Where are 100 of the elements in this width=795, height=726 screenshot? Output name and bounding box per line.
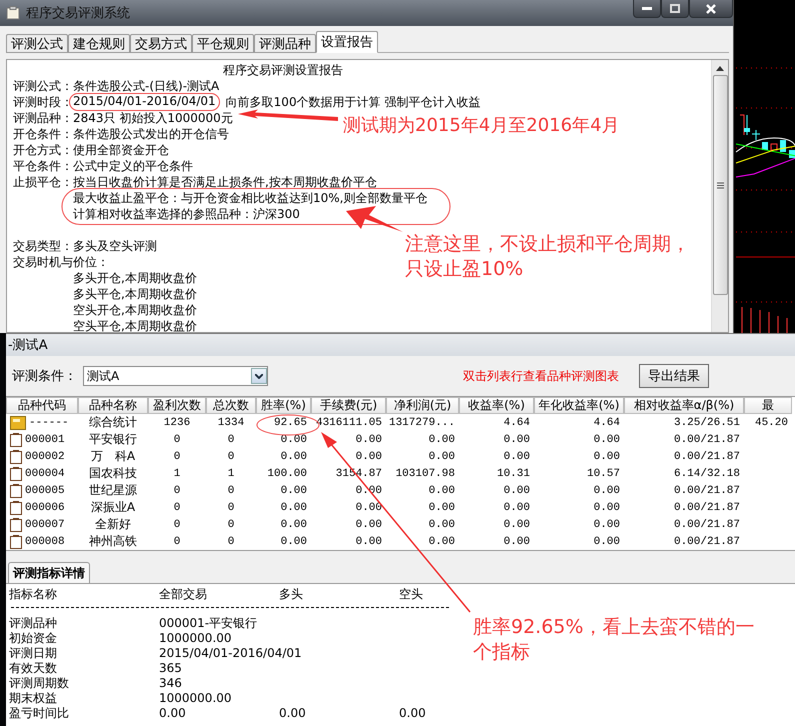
- report-label: 评测品种：: [13, 110, 73, 126]
- grip-icon: [716, 182, 724, 188]
- column-header[interactable]: 相对收益率α/β(%): [624, 397, 744, 414]
- table-cell: 000007: [25, 518, 65, 530]
- column-header[interactable]: 胜率(%): [256, 397, 311, 414]
- table-cell: 0.00/21.87: [674, 518, 740, 530]
- table-cell: 平安银行: [89, 431, 137, 448]
- table-cell: 0.00: [428, 502, 455, 514]
- table-cell: 1: [228, 468, 234, 480]
- report-value: 空头平仓,本周期收盘价: [73, 318, 197, 333]
- table-cell: 0.00: [280, 502, 307, 514]
- metric-value: 2015/04/01-2016/04/01: [159, 646, 302, 661]
- report-value: 多头开仓,本周期收盘价: [73, 270, 197, 286]
- metric-name: 期末权益: [9, 691, 58, 706]
- minimize-button[interactable]: [633, 0, 661, 18]
- report-value: 2015/04/01-2016/04/01: [69, 93, 220, 111]
- table-cell: 1236: [164, 416, 190, 428]
- report-label: 止损平仓：: [13, 174, 73, 190]
- table-cell: 6.14/32.18: [674, 468, 740, 480]
- table-cell: 0: [174, 450, 180, 462]
- minimize-icon: [642, 6, 652, 10]
- report-label: 评测公式：: [13, 78, 73, 94]
- table-cell: 0.00: [356, 450, 382, 462]
- metric-value: 365: [159, 661, 183, 676]
- tab[interactable]: 评测指标详情: [8, 562, 90, 583]
- document-icon: [10, 450, 22, 464]
- table-cell: 000008: [25, 536, 65, 548]
- tab[interactable]: 交易方式: [130, 34, 192, 53]
- moving-average-line: [736, 146, 795, 164]
- report-value: 空头开仓,本周期收盘价: [73, 302, 197, 318]
- export-button[interactable]: 导出结果: [639, 364, 709, 388]
- table-cell: 0.00: [356, 434, 382, 446]
- table-cell: 0.00: [428, 434, 455, 446]
- report-label: 开仓方式：: [13, 142, 73, 158]
- table-cell: 4316111.05: [316, 416, 382, 428]
- column-header: 空头: [399, 587, 424, 602]
- document-icon: [10, 466, 22, 480]
- maximize-icon: [670, 4, 680, 13]
- tab[interactable]: 设置报告: [316, 31, 378, 53]
- table-cell: 全新好: [95, 516, 131, 533]
- column-header[interactable]: 净利润(元): [386, 397, 459, 414]
- close-button[interactable]: [689, 0, 733, 18]
- condition-dropdown[interactable]: 测试A: [83, 366, 268, 386]
- table-cell: 0.00: [428, 518, 455, 530]
- column-header[interactable]: 品种代码: [6, 397, 78, 414]
- metric-name: 评测日期: [9, 646, 58, 661]
- report-label: 交易类型：: [13, 238, 73, 254]
- table-cell: 000001: [25, 434, 65, 446]
- table-cell: 0.00: [280, 536, 307, 548]
- scrollbar[interactable]: [711, 60, 728, 332]
- tab[interactable]: 建仓规则: [68, 34, 130, 53]
- tab[interactable]: 平仓规则: [192, 34, 254, 53]
- column-header[interactable]: 手续费(元): [311, 397, 386, 414]
- table-cell: 0.00/21.87: [674, 484, 740, 496]
- table-cell: 0.00: [280, 450, 307, 462]
- metric-value: 1000000.00: [159, 631, 233, 646]
- table-cell: 3.25/26.51: [674, 416, 740, 428]
- condition-label: 评测条件：: [12, 368, 77, 385]
- report-label: 交易时机与价位：: [13, 254, 109, 270]
- column-header[interactable]: 品种名称: [78, 397, 148, 414]
- candlestick: [752, 130, 760, 140]
- column-header[interactable]: 年化收益率(%): [534, 397, 624, 414]
- annotation-text: 测试期为2015年4月至2016年4月: [343, 114, 621, 138]
- maximize-button[interactable]: [661, 0, 689, 18]
- metric-value: 000001-平安银行: [159, 616, 258, 631]
- table-cell: 0.00: [428, 450, 455, 462]
- candlestick: [780, 140, 786, 152]
- report-label: 开仓条件：: [13, 126, 73, 142]
- table-cell: 国农科技: [89, 465, 137, 482]
- table-cell: ------: [29, 416, 69, 428]
- table-cell: 0: [228, 450, 234, 462]
- table-cell: 103107.98: [396, 468, 455, 480]
- tab[interactable]: 评测品种: [254, 34, 316, 53]
- column-header: 全部交易: [159, 587, 208, 602]
- report-value: 条件选股公式-(日线)-测试A: [73, 78, 220, 94]
- table-cell: 0.00: [594, 518, 620, 530]
- table-cell: 0.00: [280, 518, 307, 530]
- scroll-up-icon: [716, 66, 724, 71]
- column-header: 多头: [279, 587, 304, 602]
- table-cell: 000006: [25, 502, 65, 514]
- table-cell: 0.00: [594, 536, 620, 548]
- hint-text: 双击列表行查看品种评测图表: [463, 368, 619, 384]
- table-cell: 000004: [25, 468, 65, 480]
- table-cell: 45.20: [754, 416, 788, 428]
- column-header: 指标名称: [9, 587, 58, 602]
- column-header[interactable]: 盈利次数: [148, 397, 206, 414]
- table-cell: 万 科A: [90, 448, 136, 465]
- column-header[interactable]: 总次数: [206, 397, 256, 414]
- table-cell: 1334: [218, 416, 244, 428]
- column-header[interactable]: 收益率(%): [459, 397, 534, 414]
- column-header[interactable]: 最: [744, 397, 792, 414]
- metric-value: 1000000.00: [159, 691, 233, 706]
- table-cell: 0: [174, 502, 180, 514]
- dropdown-button[interactable]: [251, 368, 267, 384]
- table-cell: 0.00/21.87: [674, 434, 740, 446]
- table-cell: 1317279...: [388, 416, 455, 428]
- table-cell: 0.00: [280, 434, 307, 446]
- report-value: 条件选股公式发出的开仓信号: [73, 126, 229, 142]
- tab[interactable]: 评测公式: [6, 34, 68, 53]
- table-cell: 0.00: [504, 434, 530, 446]
